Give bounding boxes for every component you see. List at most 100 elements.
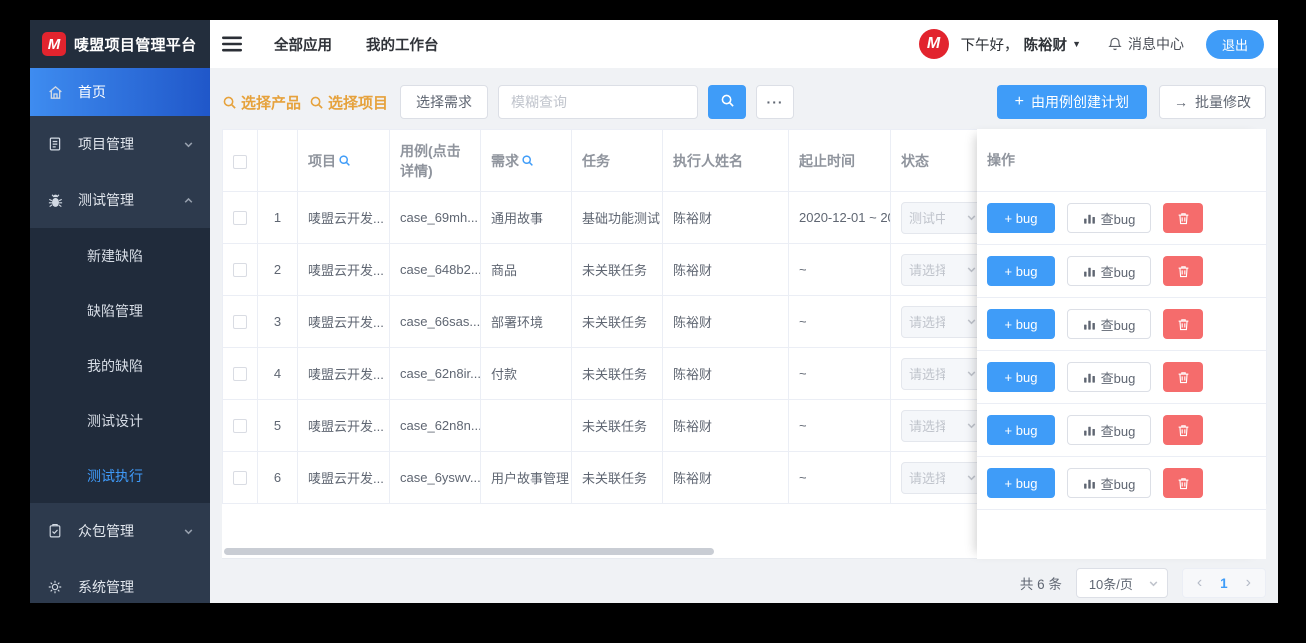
status-select[interactable]: 请选择 — [901, 305, 985, 338]
view-bug-button[interactable]: 查bug — [1067, 468, 1151, 498]
row-checkbox[interactable] — [233, 471, 247, 486]
sidebar-item-new-defect[interactable]: 新建缺陷 — [30, 228, 210, 283]
sidebar-item-crowdsourcing-management[interactable]: 众包管理 — [30, 503, 210, 559]
bar-chart-icon — [1083, 477, 1096, 490]
row-checkbox[interactable] — [233, 419, 247, 434]
status-select[interactable]: 请选择 — [901, 409, 985, 442]
add-bug-button[interactable]: + bug — [987, 415, 1055, 445]
view-bug-button[interactable]: 查bug — [1067, 203, 1151, 233]
batch-edit-button[interactable]: → 批量修改 — [1159, 85, 1266, 119]
sidebar-item-defect-management[interactable]: 缺陷管理 — [30, 283, 210, 338]
cell-usecase[interactable]: case_648b2... — [389, 243, 481, 296]
col-task: 任务 — [571, 129, 663, 192]
next-page-button[interactable]: › — [1246, 575, 1251, 591]
fuzzy-search-input[interactable] — [498, 85, 699, 119]
add-bug-button[interactable]: + bug — [987, 309, 1055, 339]
sidebar-item-test-execution[interactable]: 测试执行 — [30, 448, 210, 503]
greeting-text: 下午好， — [960, 37, 1019, 54]
delete-button[interactable] — [1163, 468, 1203, 498]
sidebar-item-partial-bottom-item[interactable]: 系统管理 — [30, 559, 210, 603]
view-bug-label: 查bug — [1100, 476, 1136, 492]
cell-task: 未关联任务 — [571, 451, 663, 504]
total-count: 共 6 条 — [1019, 577, 1062, 592]
sidebar-menu: 首页 项目管理 测试管理 新建缺陷 缺陷管理 我的缺陷 测试设计 测试执行 众包管理 系统管理 — [30, 68, 210, 603]
view-bug-button[interactable]: 查bug — [1067, 362, 1151, 392]
status-select[interactable]: 请选择 — [901, 253, 985, 286]
ops-row: + bug 查bug — [977, 404, 1266, 457]
cell-daterange: 2020-12-01 ~ 20 — [788, 191, 891, 244]
bar-chart-icon — [1083, 371, 1096, 384]
row-checkbox[interactable] — [233, 315, 247, 330]
select-demand-button[interactable]: 选择需求 — [400, 85, 489, 119]
view-bug-button[interactable]: 查bug — [1067, 309, 1151, 339]
add-bug-button[interactable]: + bug — [987, 256, 1055, 286]
row-checkbox[interactable] — [233, 263, 247, 278]
bar-chart-icon — [1083, 318, 1096, 331]
col-status: 状态 — [890, 129, 986, 192]
cell-demand: 部署环境 — [480, 295, 572, 348]
cell-demand — [480, 399, 572, 452]
delete-button[interactable] — [1163, 309, 1203, 339]
nav-my-workbench[interactable]: 我的工作台 — [366, 34, 439, 55]
view-bug-button[interactable]: 查bug — [1067, 415, 1151, 445]
col-daterange: 起止时间 — [788, 129, 891, 192]
create-plan-from-case-button[interactable]: + 由用例创建计划 — [996, 85, 1147, 119]
add-bug-button[interactable]: + bug — [987, 362, 1055, 392]
app-logo: M 唛盟项目管理平台 — [30, 20, 210, 68]
status-value: 请选择 — [909, 419, 945, 434]
select-project-link[interactable]: 选择项目 — [309, 92, 388, 113]
cell-executor: 陈裕财 — [662, 243, 789, 296]
cell-usecase[interactable]: case_6yswv... — [389, 451, 481, 504]
sidebar-item-test-management[interactable]: 测试管理 — [30, 172, 210, 228]
row-checkbox[interactable] — [233, 211, 247, 226]
sidebar-item-home[interactable]: 首页 — [30, 68, 210, 116]
sidebar-item-my-defects[interactable]: 我的缺陷 — [30, 338, 210, 393]
horizontal-scrollbar[interactable] — [224, 548, 714, 555]
delete-button[interactable] — [1163, 203, 1203, 233]
search-icon[interactable] — [338, 154, 351, 167]
sidebar-item-test-design[interactable]: 测试设计 — [30, 393, 210, 448]
status-select[interactable]: 请选择 — [901, 357, 985, 390]
cell-executor: 陈裕财 — [662, 451, 789, 504]
ops-column-header: 操作 — [977, 129, 1266, 192]
cell-task: 未关联任务 — [571, 243, 663, 296]
message-center[interactable]: 消息中心 — [1107, 34, 1184, 54]
cell-demand: 用户故事管理 — [480, 451, 572, 504]
sidebar: M 唛盟项目管理平台 首页 项目管理 测试管理 新建缺陷 缺陷管理 我的缺陷 测试设计 测试执… — [30, 20, 210, 603]
more-filters-button[interactable]: ··· — [756, 85, 795, 119]
chevron-down-icon — [966, 420, 977, 431]
status-select[interactable]: 请选择 — [901, 461, 985, 494]
column-label: 需求 — [491, 152, 519, 169]
delete-button[interactable] — [1163, 415, 1203, 445]
user-menu[interactable]: 下午好， 陈裕财 ▼ — [961, 34, 1081, 55]
cell-usecase[interactable]: case_66sas... — [389, 295, 481, 348]
prev-page-button[interactable]: ‹ — [1197, 575, 1202, 591]
delete-button[interactable] — [1163, 256, 1203, 286]
page-size-select[interactable]: 10条/页 — [1075, 568, 1168, 598]
view-bug-button[interactable]: 查bug — [1067, 256, 1151, 286]
home-icon — [46, 83, 64, 101]
select-all-checkbox[interactable] — [233, 154, 247, 169]
search-icon[interactable] — [521, 154, 534, 167]
column-label: 起止时间 — [799, 152, 855, 169]
cell-demand: 商品 — [480, 243, 572, 296]
cell-usecase[interactable]: case_69mh... — [389, 191, 481, 244]
cell-demand: 通用故事 — [480, 191, 572, 244]
add-bug-button[interactable]: + bug — [987, 468, 1055, 498]
status-select[interactable]: 测试中 — [901, 201, 985, 234]
row-checkbox[interactable] — [233, 367, 247, 382]
cell-usecase[interactable]: case_62n8ir... — [389, 347, 481, 400]
search-button[interactable] — [708, 85, 747, 119]
ops-fixed-column: 操作 + bug 查bug + bug 查bug + bug 查bug + bug 查bug +… — [977, 129, 1266, 559]
sidebar-item-project-management[interactable]: 项目管理 — [30, 116, 210, 172]
nav-all-apps[interactable]: 全部应用 — [274, 34, 332, 55]
trash-icon — [1176, 264, 1191, 279]
hamburger-menu-icon[interactable] — [222, 36, 242, 52]
cell-usecase[interactable]: case_62n8n... — [389, 399, 481, 452]
logout-button[interactable]: 退出 — [1205, 29, 1264, 59]
add-bug-button[interactable]: + bug — [987, 203, 1055, 233]
current-page[interactable]: 1 — [1220, 576, 1228, 591]
select-product-link[interactable]: 选择产品 — [222, 92, 301, 113]
delete-button[interactable] — [1163, 362, 1203, 392]
cell-status: 测试中 — [890, 191, 986, 244]
